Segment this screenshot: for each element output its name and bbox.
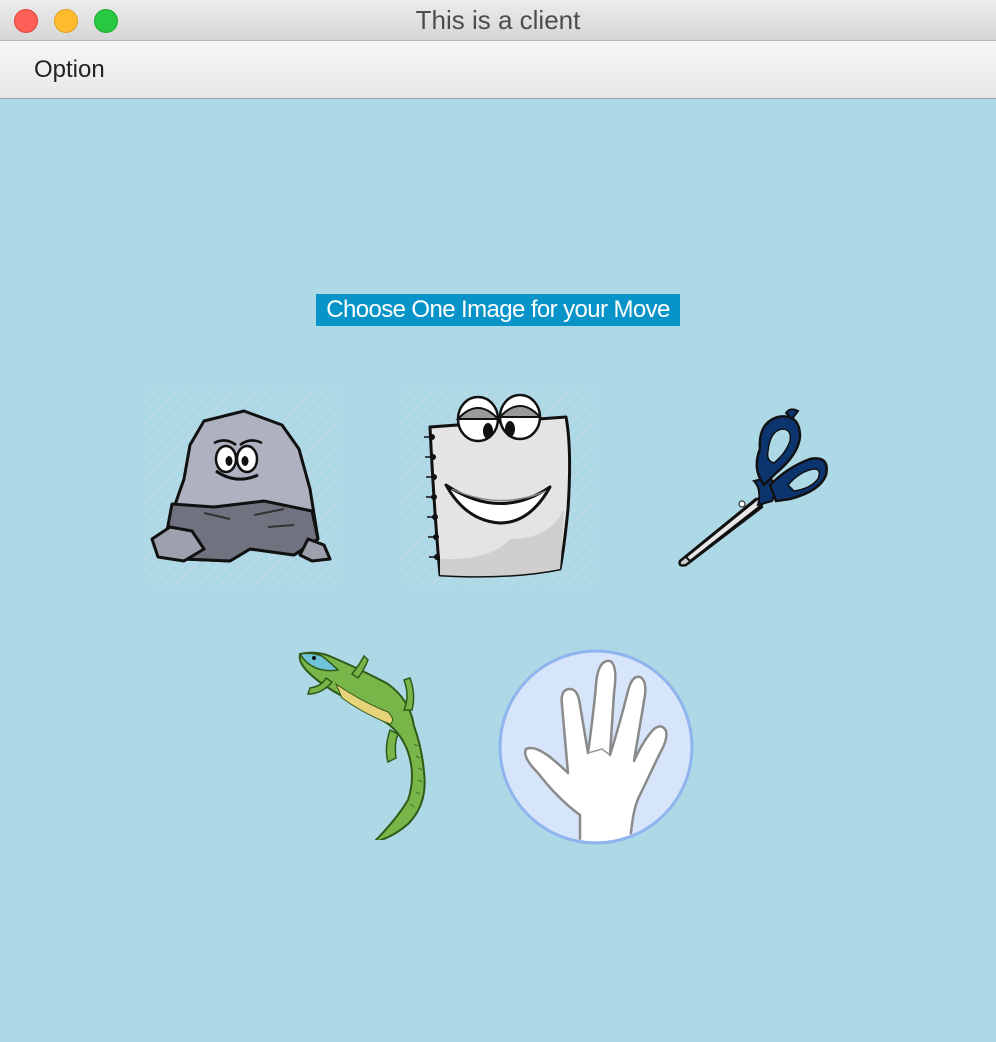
scissors-choice-button[interactable] — [660, 389, 856, 585]
menu-bar: Option — [0, 41, 996, 99]
paper-icon — [400, 389, 596, 585]
menu-option[interactable]: Option — [22, 41, 117, 99]
lizard-icon — [298, 651, 426, 840]
rock-icon — [144, 389, 340, 585]
game-panel: Choose One Image for your Move — [0, 99, 996, 1042]
title-bar: This is a client — [0, 0, 996, 41]
window-title: This is a client — [415, 5, 581, 35]
move-prompt: Choose One Image for your Move — [316, 294, 680, 326]
lizard-choice-button[interactable] — [292, 644, 488, 840]
rock-choice-button[interactable] — [144, 389, 340, 585]
app-window: This is a client Option Choose One Image… — [0, 0, 996, 1042]
scissors-icon — [678, 408, 828, 567]
paper-choice-button[interactable] — [400, 389, 596, 585]
spock-choice-button[interactable] — [498, 649, 694, 845]
spock-hand-icon — [498, 649, 694, 845]
